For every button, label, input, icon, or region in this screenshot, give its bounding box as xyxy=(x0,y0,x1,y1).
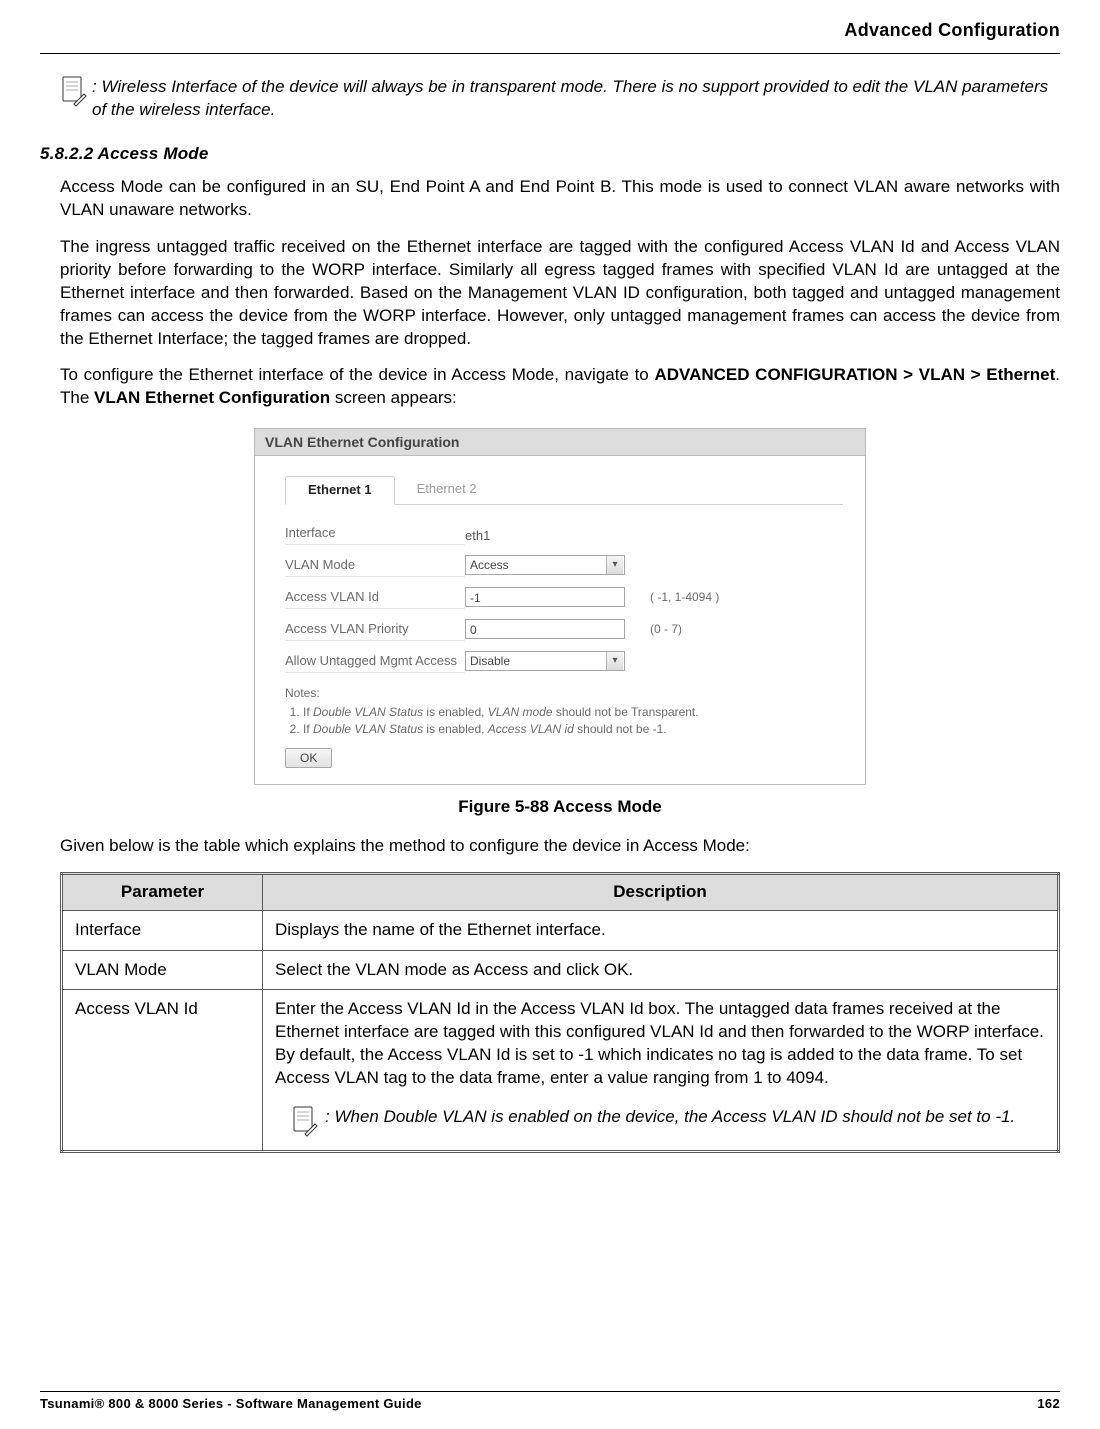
notes-heading: Notes: xyxy=(285,685,843,702)
panel-title: VLAN Ethernet Configuration xyxy=(255,429,865,456)
paragraph-3: To configure the Ethernet interface of t… xyxy=(60,364,1060,410)
ok-button[interactable]: OK xyxy=(285,748,332,768)
select-vlan-mode[interactable]: Access ▾ xyxy=(465,555,625,575)
table-row: Access VLAN Id Enter the Access VLAN Id … xyxy=(62,990,1059,1152)
row-access-vlan-priority: Access VLAN Priority 0 (0 - 7) xyxy=(285,617,843,641)
note-icon xyxy=(291,1106,319,1142)
select-vlan-mode-value: Access xyxy=(470,555,509,575)
page-header-title: Advanced Configuration xyxy=(40,20,1060,41)
select-allow-untagged[interactable]: Disable ▾ xyxy=(465,651,625,671)
header-rule xyxy=(40,53,1060,54)
value-interface: eth1 xyxy=(465,524,490,543)
td-param-vlan-mode: VLAN Mode xyxy=(62,950,263,990)
note-icon xyxy=(60,76,88,112)
para3-d: VLAN Ethernet Configuration xyxy=(94,388,330,407)
paragraph-1: Access Mode can be configured in an SU, … xyxy=(60,176,1060,222)
panel-body: Ethernet 1 Ethernet 2 Interface eth1 VLA… xyxy=(255,456,865,783)
chevron-down-icon: ▾ xyxy=(606,556,623,574)
tab-ethernet-1[interactable]: Ethernet 1 xyxy=(285,476,395,505)
label-interface: Interface xyxy=(285,521,465,545)
row-access-vlan-id: Access VLAN Id -1 ( -1, 1-4094 ) xyxy=(285,585,843,609)
row-interface: Interface eth1 xyxy=(285,521,843,545)
vlan-config-panel: VLAN Ethernet Configuration Ethernet 1 E… xyxy=(254,428,866,784)
para3-b: ADVANCED CONFIGURATION > VLAN > Ethernet xyxy=(654,365,1055,384)
panel-notes: Notes: If Double VLAN Status is enabled,… xyxy=(285,685,843,737)
section-heading: 5.8.2.2 Access Mode xyxy=(40,144,1060,164)
td-desc-interface: Displays the name of the Ethernet interf… xyxy=(263,910,1059,950)
select-allow-untagged-value: Disable xyxy=(470,651,510,671)
label-access-vlan-id: Access VLAN Id xyxy=(285,585,465,609)
hint-access-vlan-priority: (0 - 7) xyxy=(650,622,682,636)
note-2: If Double VLAN Status is enabled, Access… xyxy=(303,721,843,738)
note-top: : Wireless Interface of the device will … xyxy=(60,76,1060,122)
footer-page-number: 162 xyxy=(1037,1396,1060,1411)
footer: Tsunami® 800 & 8000 Series - Software Ma… xyxy=(40,1391,1060,1411)
body-content: Access Mode can be configured in an SU, … xyxy=(60,176,1060,1153)
paragraph-2: The ingress untagged traffic received on… xyxy=(60,236,1060,351)
paragraph-4: Given below is the table which explains … xyxy=(60,835,1060,858)
tab-ethernet-2[interactable]: Ethernet 2 xyxy=(395,476,499,504)
input-access-vlan-id[interactable]: -1 xyxy=(465,587,625,607)
row-vlan-mode: VLAN Mode Access ▾ xyxy=(285,553,843,577)
hint-access-vlan-id: ( -1, 1-4094 ) xyxy=(650,590,719,604)
note-1: If Double VLAN Status is enabled, VLAN m… xyxy=(303,704,843,721)
td-desc-vlan-mode: Select the VLAN mode as Access and click… xyxy=(263,950,1059,990)
th-description: Description xyxy=(263,873,1059,910)
label-vlan-mode: VLAN Mode xyxy=(285,553,465,577)
tabs: Ethernet 1 Ethernet 2 xyxy=(285,476,843,505)
td-note: : When Double VLAN is enabled on the dev… xyxy=(275,1106,1045,1142)
td-note-text: : When Double VLAN is enabled on the dev… xyxy=(325,1106,1015,1129)
parameter-table: Parameter Description Interface Displays… xyxy=(60,872,1060,1154)
para3-a: To configure the Ethernet interface of t… xyxy=(60,365,654,384)
footer-left: Tsunami® 800 & 8000 Series - Software Ma… xyxy=(40,1396,422,1411)
label-allow-untagged: Allow Untagged Mgmt Access xyxy=(285,649,465,673)
td-param-interface: Interface xyxy=(62,910,263,950)
table-row: Interface Displays the name of the Ether… xyxy=(62,910,1059,950)
label-access-vlan-priority: Access VLAN Priority xyxy=(285,617,465,641)
row-allow-untagged: Allow Untagged Mgmt Access Disable ▾ xyxy=(285,649,843,673)
th-parameter: Parameter xyxy=(62,873,263,910)
note-top-text: : Wireless Interface of the device will … xyxy=(92,76,1060,122)
input-access-vlan-priority[interactable]: 0 xyxy=(465,619,625,639)
figure-caption: Figure 5-88 Access Mode xyxy=(60,797,1060,817)
td-desc-access-vlan-id: Enter the Access VLAN Id in the Access V… xyxy=(263,990,1059,1152)
para3-e: screen appears: xyxy=(330,388,457,407)
page: Advanced Configuration : Wireless Interf… xyxy=(0,0,1100,1429)
chevron-down-icon: ▾ xyxy=(606,652,623,670)
table-row: VLAN Mode Select the VLAN mode as Access… xyxy=(62,950,1059,990)
td-param-access-vlan-id: Access VLAN Id xyxy=(62,990,263,1152)
